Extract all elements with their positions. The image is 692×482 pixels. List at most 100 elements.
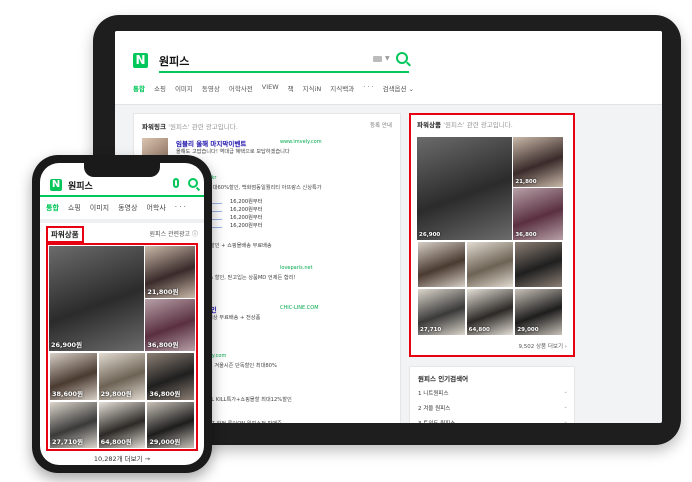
product-thumbnail[interactable]: 27,710 xyxy=(418,289,465,335)
product-thumbnail[interactable] xyxy=(466,241,514,288)
popular-search-item[interactable]: 2 겨울 원피스 ⌄ xyxy=(418,404,568,412)
tab-8[interactable]: 지식백과 xyxy=(330,83,354,93)
tab-4[interactable]: 어학사전 xyxy=(229,83,253,93)
product-thumbnail[interactable]: 27,710원 xyxy=(50,401,97,448)
product-thumbnail[interactable]: 29,000 xyxy=(515,289,562,335)
power-shopping-title-text: 파워상품 xyxy=(417,121,441,129)
popular-search-text: 3 트위드 원피스 xyxy=(418,421,455,423)
powerlink-title: 파워링크 '원피스' 관련 광고입니다. xyxy=(142,121,238,131)
chevron-down-icon[interactable]: ⌄ xyxy=(563,404,568,410)
product-price: 29,000 xyxy=(517,326,539,333)
chevron-down-icon[interactable]: ▼ xyxy=(385,55,390,62)
popular-search-item[interactable]: 3 트위드 원피스 ⌄ xyxy=(418,419,568,423)
ad-url[interactable]: loveparis.net xyxy=(280,265,313,271)
product-price: 26,900원 xyxy=(51,341,83,350)
mobile-search-input[interactable]: 원피스 xyxy=(68,179,93,192)
register-link[interactable]: 등록 안내 xyxy=(370,121,392,129)
product-price: 21,800 xyxy=(515,179,537,186)
price-row-value: 16,200원부터 xyxy=(230,207,263,213)
naver-logo-icon[interactable]: N xyxy=(50,179,62,191)
product-thumbnail[interactable]: 29,800원 xyxy=(98,353,146,400)
product-price: 27,710 xyxy=(420,326,442,333)
price-row-value: 16,200원부터 xyxy=(230,215,263,221)
product-thumbnail[interactable]: 26,900 xyxy=(417,137,512,240)
product-price: 26,900 xyxy=(419,231,441,238)
power-shopping-panel: 파워상품 '원피스' 관련 광고입니다. 26,900 21,800 36,800 2… xyxy=(409,113,575,357)
product-thumbnail[interactable]: 38,600원 xyxy=(50,353,97,400)
product-price: 21,800원 xyxy=(147,287,179,296)
power-shopping-subtitle: '원피스' 관련 광고입니다. xyxy=(443,121,513,129)
powerlink-subtitle: '원피스' 관련 광고입니다. xyxy=(168,123,238,131)
right-column: 파워상품 '원피스' 관련 광고입니다. 26,900 21,800 36,800 2… xyxy=(409,113,656,423)
mobile-tab-2[interactable]: 이미지 xyxy=(90,203,109,213)
product-grid: 26,900 21,800 36,800 27,710 64,800 29,000 xyxy=(417,137,563,335)
product-price: 36,800 xyxy=(515,231,537,238)
popular-searches-title: 원피스 인기검색어 xyxy=(418,375,469,383)
mobile-search-tabs: 통합 쇼핑 이미지 동영상 어학사 · · · xyxy=(46,203,186,213)
mobile-more-link[interactable]: 10,282개 더보기 → xyxy=(40,453,204,463)
naver-logo-icon[interactable]: N xyxy=(133,53,148,68)
product-thumbnail[interactable] xyxy=(515,241,562,288)
product-thumbnail[interactable]: 36,800원 xyxy=(147,353,194,400)
product-price: 36,800원 xyxy=(147,341,179,350)
product-price: 27,710원 xyxy=(52,437,84,446)
ad-description: 올해도 고맙습니다! 역대급 혜택으로 보답하겠습니다 xyxy=(176,149,290,155)
phone-notch xyxy=(84,163,160,177)
mobile-tab-4[interactable]: 어학사 xyxy=(146,203,165,213)
product-thumbnail[interactable]: 64,800 xyxy=(466,289,514,335)
tab-7[interactable]: 지식iN xyxy=(303,83,322,93)
tab-5[interactable]: VIEW xyxy=(262,83,279,93)
phone-screen: N 원피스 통합 쇼핑 이미지 동영상 어학사 · · · 파워상품 원피스 관련광고 ⓘ… xyxy=(40,163,204,465)
phone-device: N 원피스 통합 쇼핑 이미지 동영상 어학사 · · · 파워상품 원피스 관련광고 ⓘ… xyxy=(32,155,212,473)
mobile-ad-label[interactable]: 원피스 관련광고 ⓘ xyxy=(150,229,198,238)
tab-9[interactable]: · · · xyxy=(363,83,373,93)
popular-search-text: 2 겨울 원피스 xyxy=(418,406,451,412)
mobile-tab-3[interactable]: 동영상 xyxy=(118,203,137,213)
section-divider xyxy=(40,219,204,223)
search-icon[interactable] xyxy=(396,52,408,64)
product-thumbnail[interactable] xyxy=(418,241,465,288)
product-price: 29,000원 xyxy=(149,437,181,446)
tab-6[interactable]: 책 xyxy=(288,83,294,93)
search-input[interactable]: 원피스 xyxy=(159,53,189,69)
keyboard-icon[interactable] xyxy=(373,56,382,62)
tab-3[interactable]: 동영상 xyxy=(202,83,220,93)
price-row-value: 16,200원부터 xyxy=(230,199,263,205)
product-price: 38,600원 xyxy=(52,389,84,398)
power-shopping-title: 파워상품 '원피스' 관련 광고입니다. xyxy=(417,119,513,129)
tab-2[interactable]: 이미지 xyxy=(175,83,193,93)
product-thumbnail[interactable]: 29,000원 xyxy=(147,401,194,448)
tab-0[interactable]: 통합 xyxy=(133,83,145,93)
product-thumbnail[interactable]: 64,800원 xyxy=(98,401,146,448)
ad-title[interactable]: 임블리 올해 마지막이벤트 xyxy=(176,138,246,148)
product-thumbnail[interactable]: 36,800 xyxy=(513,188,563,240)
chevron-down-icon[interactable]: ⌄ xyxy=(563,389,568,395)
popular-search-item[interactable]: 1 니트원피스 ⌄ xyxy=(418,389,568,397)
product-thumbnail[interactable]: 21,800 xyxy=(513,137,563,188)
product-thumbnail[interactable]: 26,900원 xyxy=(49,246,144,352)
mobile-product-grid-frame: 26,900원 21,800원 36,800원 38,600원 29,800원 36,80… xyxy=(46,243,198,451)
search-icon[interactable] xyxy=(188,178,198,188)
mobile-tab-0[interactable]: 통합 xyxy=(46,203,59,213)
mobile-product-grid: 26,900원 21,800원 36,800원 38,600원 29,800원 36,80… xyxy=(49,246,195,448)
ad-url[interactable]: CHIC-LINE.COM xyxy=(280,305,319,311)
product-price: 64,800 xyxy=(468,326,490,333)
product-price: 36,800원 xyxy=(149,389,181,398)
mobile-power-shopping-title: 파워상품 xyxy=(46,226,84,243)
more-products-link[interactable]: 9,502 상품 더보기 › xyxy=(519,342,568,350)
search-tabs: 통합 쇼핑 이미지 동영상 어학사전 VIEW 책 지식iN 지식백과 · · · 검색옵션 ⌄ xyxy=(133,83,414,93)
chevron-down-icon[interactable]: ⌄ xyxy=(563,419,568,423)
search-header: N 원피스 ▼ 통합 쇼핑 이미지 동영상 어학사전 VIEW 책 지식iN 지식백과 · · ·… xyxy=(115,31,662,105)
popular-search-text: 1 니트원피스 xyxy=(418,391,449,397)
ad-url[interactable]: www.imvely.com xyxy=(280,139,322,145)
product-thumbnail[interactable]: 36,800원 xyxy=(145,298,195,352)
mobile-tab-1[interactable]: 쇼핑 xyxy=(68,203,81,213)
popular-searches-panel: 원피스 인기검색어 1 니트원피스 ⌄ 2 겨울 원피스 ⌄ 3 트위드 원피스 ⌄ xyxy=(409,366,575,423)
mobile-tab-5[interactable]: · · · xyxy=(175,203,186,213)
product-price: 29,800원 xyxy=(100,389,132,398)
tab-1[interactable]: 쇼핑 xyxy=(154,83,166,93)
mic-icon[interactable] xyxy=(173,178,179,188)
product-thumbnail[interactable]: 21,800원 xyxy=(145,246,195,298)
powerlink-title-text: 파워링크 xyxy=(142,123,166,131)
tab-10[interactable]: 검색옵션 ⌄ xyxy=(383,83,414,93)
